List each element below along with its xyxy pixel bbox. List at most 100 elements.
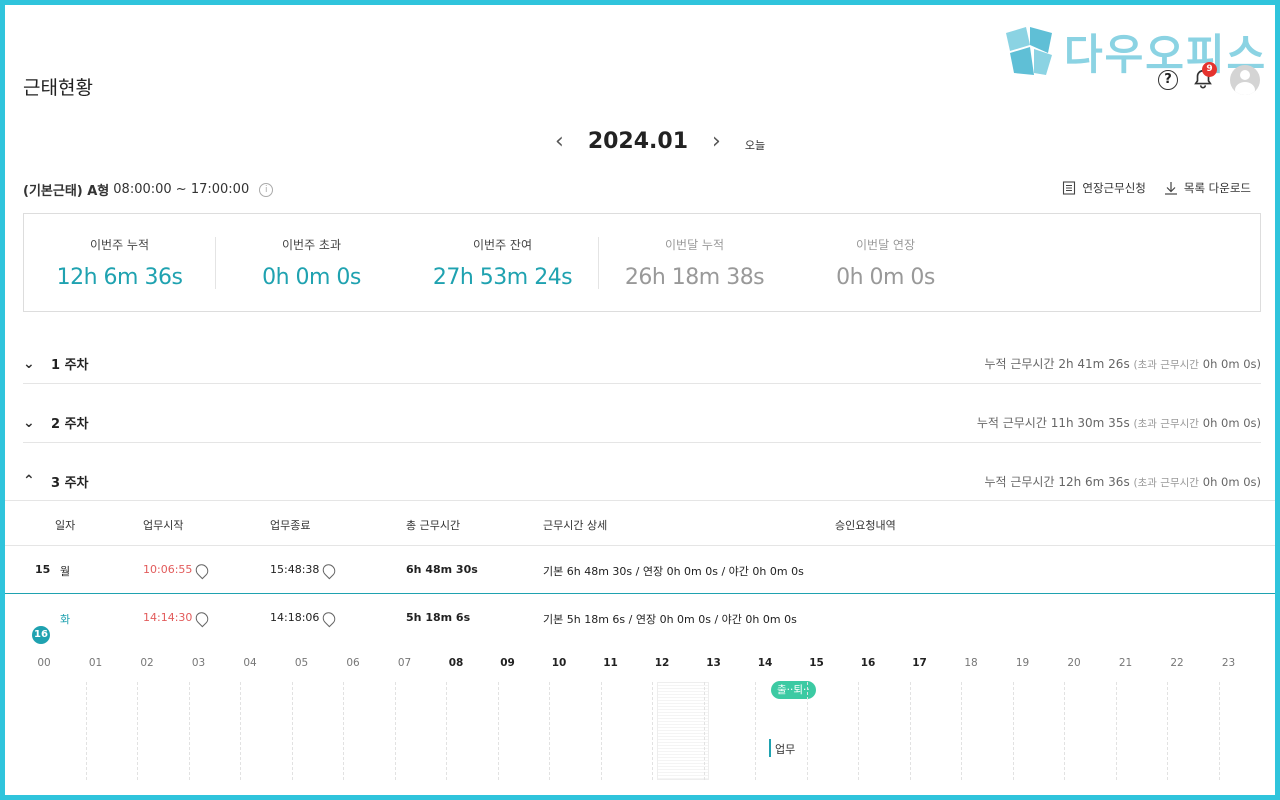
hour-gridline xyxy=(652,682,653,780)
week-over-label: (초과 근무시간 xyxy=(1133,476,1199,489)
month-navigation: ‹ 2024.01 › 오늘 xyxy=(545,129,765,154)
stat-label: 이번주 초과 xyxy=(281,237,341,252)
hour-label: 13 xyxy=(706,657,721,669)
download-list-button[interactable]: 목록 다운로드 xyxy=(1164,180,1251,196)
stat-value: 26h 18m 38s xyxy=(624,264,765,290)
hour-label: 20 xyxy=(1067,657,1081,669)
timeline-hours: 00 01 02 03 04 05 06 07 08 09 10 11 12 13 14 15 16 17 18 19… xyxy=(5,657,1275,677)
document-icon xyxy=(1063,181,1076,195)
download-list-label: 목록 다운로드 xyxy=(1183,181,1251,195)
stat-value: 0h 0m 0s xyxy=(262,264,361,290)
avatar[interactable] xyxy=(1230,65,1260,95)
help-icon[interactable]: ? xyxy=(1158,70,1178,90)
stat-value: 0h 0m 0s xyxy=(836,264,935,290)
row-start: 14:14:30 xyxy=(143,609,212,627)
hour-gridline xyxy=(549,682,550,780)
week-sum-value: 2h 41m 26s xyxy=(1058,357,1130,371)
week-over-label: (초과 근무시간 xyxy=(1133,418,1199,430)
week-sum-value: 11h 30m 35s xyxy=(1050,416,1130,430)
prev-month-button[interactable]: ‹ xyxy=(545,129,574,154)
overtime-request-label: 연장근무신청 xyxy=(1082,181,1146,195)
row-detail: 기본 6h 48m 30s / 연장 0h 0m 0s / 야간 0h 0m 0… xyxy=(543,565,804,578)
hour-gridline xyxy=(497,682,499,780)
row-end-time: 15:48:38 xyxy=(270,563,320,576)
work-bar[interactable] xyxy=(769,739,771,757)
schedule-type: (기본근태) A형 xyxy=(23,184,110,199)
hour-gridline xyxy=(343,682,344,780)
stat-label: 이번달 누적 xyxy=(664,237,724,252)
col-end: 업무종료 xyxy=(270,519,311,532)
hour-label: 00 xyxy=(37,657,51,669)
hour-label: 06 xyxy=(346,657,360,669)
hour-label: 21 xyxy=(1118,657,1133,669)
hour-gridline xyxy=(291,682,293,780)
overtime-request-button[interactable]: 연장근무신청 xyxy=(1062,180,1146,196)
lunch-block xyxy=(657,682,709,780)
hour-gridline xyxy=(85,682,87,780)
location-pin-icon[interactable] xyxy=(193,561,212,579)
hour-label: 12 xyxy=(654,657,670,669)
location-pin-icon[interactable] xyxy=(320,561,339,579)
col-date: 일자 xyxy=(55,519,76,532)
week-summary: 누적 근무시간 12h 6m 36s (초과 근무시간 0h 0m 0s) xyxy=(984,473,1261,490)
hour-gridline xyxy=(1115,682,1117,780)
stat-label: 이번주 누적 xyxy=(89,237,149,252)
row-end-time: 14:18:06 xyxy=(270,611,320,624)
stat-week-over: 이번주 초과 0h 0m 0s xyxy=(216,236,407,290)
week-3-header[interactable]: ⌃ 3 주차 누적 근무시간 12h 6m 36s (초과 근무시간 0h 0m… xyxy=(23,461,1261,501)
week-2-header[interactable]: ⌄ 2 주차 누적 근무시간 11h 30m 35s (초과 근무시간 0h 0… xyxy=(23,403,1261,443)
week-sum-value: 12h 6m 36s xyxy=(1058,474,1130,489)
table-row-selected[interactable]: 16 화 14:14:30 14:18:06 5h 18m 6s 기본 5h 1… xyxy=(5,594,1275,644)
location-pin-icon[interactable] xyxy=(320,609,339,627)
today-button[interactable]: 오늘 xyxy=(745,137,765,153)
next-month-button[interactable]: › xyxy=(702,129,731,154)
hour-gridline xyxy=(909,682,911,780)
chevron-down-icon: ⌄ xyxy=(23,355,35,372)
week-label: 2 주차 xyxy=(51,417,89,432)
hour-label: 22 xyxy=(1170,657,1184,669)
row-weekday: 월 xyxy=(60,565,71,578)
row-total: 5h 18m 6s xyxy=(406,611,471,624)
hour-label: 01 xyxy=(88,657,103,669)
app-window: 다우오피스 근태현황 ? 9 ‹ 2024.01 › 오늘 (기본근태) A형 … xyxy=(5,5,1275,795)
brand-logo-icon xyxy=(1006,27,1052,75)
row-detail: 기본 5h 18m 6s / 연장 0h 0m 0s / 야간 0h 0m 0s xyxy=(543,613,797,626)
row-day: 15 xyxy=(35,563,51,576)
stat-label: 이번주 잔여 xyxy=(472,237,532,252)
hour-label: 16 xyxy=(860,657,876,669)
chevron-up-icon: ⌃ xyxy=(23,473,35,489)
week-over-value: 0h 0m 0s) xyxy=(1202,416,1261,430)
hour-label: 09 xyxy=(500,657,515,669)
clock-in-out-pill[interactable]: 출··퇴·· xyxy=(771,681,816,699)
location-pin-icon[interactable] xyxy=(193,609,212,627)
week-sum-label: 누적 근무시간 xyxy=(984,357,1055,371)
row-start: 10:06:55 xyxy=(143,561,212,579)
week-label: 3 주차 xyxy=(51,475,89,491)
week-1-header[interactable]: ⌄ 1 주차 누적 근무시간 2h 41m 26s (초과 근무시간 0h 0m… xyxy=(23,344,1261,384)
hour-gridline xyxy=(806,682,808,780)
week-summary: 누적 근무시간 11h 30m 35s (초과 근무시간 0h 0m 0s) xyxy=(977,414,1261,431)
hour-label: 19 xyxy=(1015,657,1030,669)
summary-panel: 이번주 누적 12h 6m 36s 이번주 초과 0h 0m 0s 이번주 잔여… xyxy=(23,213,1261,312)
table-row[interactable]: 15 월 10:06:55 15:48:38 6h 48m 30s 기본 6h … xyxy=(5,546,1275,594)
hour-gridline xyxy=(755,682,756,780)
week-sum-label: 누적 근무시간 xyxy=(976,416,1047,430)
col-approval: 승인요청내역 xyxy=(835,519,896,532)
stat-label: 이번달 연장 xyxy=(855,237,915,252)
row-start-time: 10:06:55 xyxy=(143,563,193,576)
header-icons: ? 9 xyxy=(1158,62,1260,95)
hour-gridline xyxy=(1064,682,1065,780)
week-over-label: (초과 근무시간 xyxy=(1133,359,1199,371)
hour-label: 04 xyxy=(243,657,257,669)
stat-week-remain: 이번주 잔여 27h 53m 24s xyxy=(407,236,598,290)
hour-label: 10 xyxy=(551,657,567,669)
chevron-down-icon: ⌄ xyxy=(23,414,35,431)
notification-button[interactable]: 9 xyxy=(1192,62,1217,92)
row-start-time: 14:14:30 xyxy=(143,611,193,624)
hour-gridline xyxy=(446,682,447,780)
current-month: 2024.01 xyxy=(587,129,689,154)
hour-gridline xyxy=(600,682,602,780)
schedule-info: (기본근태) A형 08:00:00 ~ 17:00:00 i xyxy=(23,180,274,199)
hour-gridline xyxy=(858,682,859,780)
info-icon[interactable]: i xyxy=(259,182,274,197)
